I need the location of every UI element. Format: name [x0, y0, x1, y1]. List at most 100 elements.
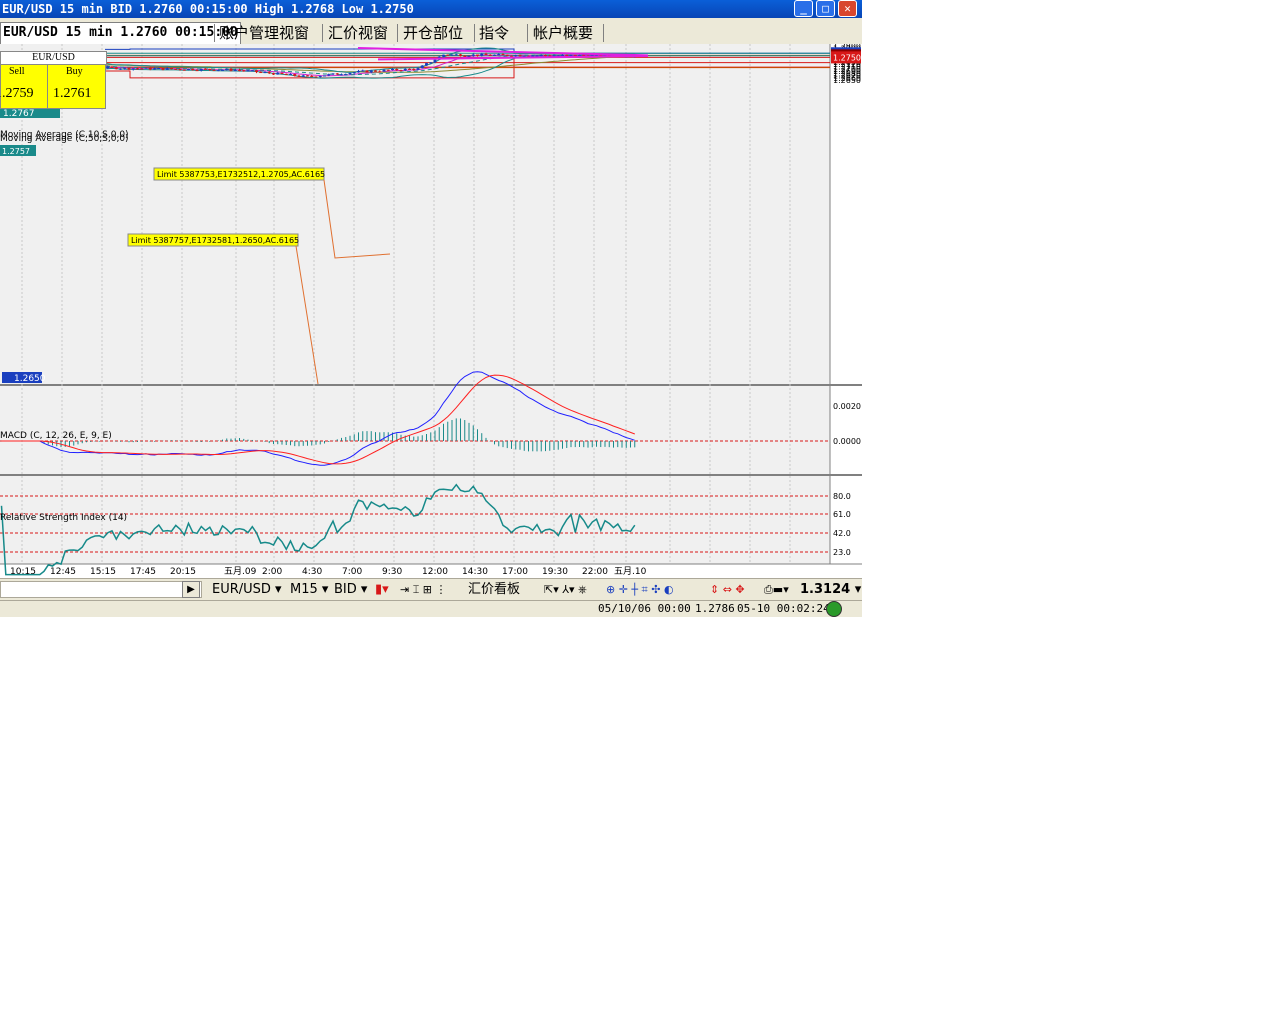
candle: [386, 69, 390, 71]
candle: [191, 68, 195, 71]
candle: [416, 68, 420, 70]
candle: [106, 66, 110, 69]
ma2-label: Moving Average (C,50,S,0,0): [0, 134, 129, 144]
candle: [348, 73, 352, 75]
candle: [199, 68, 203, 71]
candle: [301, 75, 305, 77]
trading-window: EUR/USD 15 min BID 1.2760 00:15:00 High …: [0, 0, 862, 617]
price-chart[interactable]: Limit 5387753,E1732512,1.2705,AC.6165 Lim…: [0, 42, 862, 578]
zoom-tools-icon[interactable]: ⊕ ✛ ┼ ⌗ ✣ ◐: [606, 582, 674, 598]
time-tick-label: 22:00: [582, 567, 608, 577]
time-tick-label: 4:30: [302, 567, 322, 577]
time-tick-label: 17:45: [130, 567, 156, 577]
candle: [480, 53, 484, 56]
candle: [148, 67, 152, 70]
candle: [289, 74, 292, 76]
minimize-icon[interactable]: _: [794, 0, 813, 17]
candle: [221, 69, 224, 71]
candle: [170, 68, 173, 70]
candle: [446, 54, 450, 56]
left-marker-1-text: 1.2767: [3, 109, 35, 119]
candle: [569, 54, 573, 56]
chart-toolbar: ▶ EUR/USD ▾ M15 ▾ BID ▾ ▮▾ ⇥ ⌶ ⊞ ⋮ 汇价看板 …: [0, 578, 862, 601]
candle: [233, 69, 237, 71]
candle: [420, 65, 424, 69]
move-tools-icon[interactable]: ⇕ ⇔ ✥: [710, 582, 745, 598]
candle: [378, 71, 382, 73]
quote-board-button[interactable]: 汇价看板: [468, 582, 520, 598]
price-type-select[interactable]: BID ▾: [334, 582, 367, 598]
candle: [110, 66, 114, 68]
rate-select[interactable]: 1.3124 ▾: [800, 582, 861, 598]
candle: [505, 54, 509, 56]
candle: [539, 55, 543, 57]
candle: [382, 69, 386, 72]
quote-panel: EUR/USD Sell 1.2759 Buy 1.2761: [0, 51, 107, 109]
maximize-icon[interactable]: □: [816, 0, 835, 17]
rate-value: 1.3124: [800, 582, 851, 597]
chart-scrollbar[interactable]: [0, 581, 202, 598]
buy-button[interactable]: Buy 1.2761: [47, 64, 106, 109]
candle: [255, 70, 258, 73]
sell-button[interactable]: Sell 1.2759: [0, 64, 48, 109]
candle: [323, 75, 326, 77]
candle: [484, 53, 488, 55]
candle: [131, 68, 135, 70]
candle: [535, 55, 539, 57]
candle: [114, 67, 118, 70]
candle: [229, 68, 233, 71]
candle: [318, 76, 322, 78]
symbol-select[interactable]: EUR/USD ▾: [212, 582, 282, 598]
candle: [395, 68, 399, 71]
candle-style-icon[interactable]: ▮▾: [375, 582, 389, 598]
order-tag-1-text: Limit 5387753,E1732512,1.2705,AC.6165: [157, 170, 325, 179]
tab-account-summary[interactable]: 帐户概要: [533, 22, 593, 44]
time-tick-label: 五月.10: [614, 566, 647, 577]
candle: [501, 54, 505, 56]
rsi-tick-label: 23.0: [833, 548, 851, 557]
draw-tools-icon[interactable]: ⇱▾ ⅄▾ ⎈: [544, 582, 587, 598]
tab-account-management[interactable]: 账户管理视窗: [219, 22, 309, 44]
price-type-value: BID: [334, 582, 357, 597]
candle: [327, 74, 331, 76]
candle: [429, 62, 433, 64]
time-tick-label: 12:00: [422, 567, 448, 577]
window-title: EUR/USD 15 min BID 1.2760 00:15:00 High …: [2, 2, 414, 16]
candle: [399, 70, 403, 72]
tab-open-positions[interactable]: 开仓部位: [403, 22, 463, 44]
rsi-label: Relative Strength Index (14): [0, 513, 127, 523]
candle: [497, 54, 501, 56]
timeframe-select[interactable]: M15 ▾: [290, 582, 328, 598]
left-marker-bottom-text: 1.2650: [14, 374, 46, 384]
candle: [476, 54, 479, 56]
scroll-right-icon[interactable]: ▶: [182, 581, 200, 598]
chart-area[interactable]: Limit 5387753,E1732512,1.2705,AC.6165 Lim…: [0, 42, 862, 578]
candle: [331, 73, 335, 75]
candle: [119, 68, 122, 70]
candle: [153, 68, 156, 70]
candle: [127, 67, 131, 70]
time-tick-label: 9:30: [382, 567, 402, 577]
candle: [374, 70, 377, 72]
close-icon[interactable]: ✕: [838, 0, 857, 17]
bar-tools-icon[interactable]: ⇥ ⌶ ⊞ ⋮: [400, 582, 447, 598]
candle: [216, 70, 220, 72]
candle: [573, 54, 577, 56]
tab-quotes[interactable]: 汇价视窗: [328, 22, 388, 44]
status-clock: 05-10 00:02:24: [737, 602, 830, 615]
candle: [310, 75, 314, 77]
candle: [259, 72, 263, 74]
tab-orders[interactable]: 指令: [479, 22, 509, 44]
candle: [165, 68, 169, 70]
candle: [565, 54, 569, 56]
candle: [182, 69, 186, 71]
print-icon[interactable]: ⎙▬▾: [764, 582, 789, 598]
rsi-tick-label: 61.0: [833, 510, 851, 519]
candle: [467, 55, 471, 57]
candle: [212, 69, 216, 71]
candle: [391, 68, 394, 71]
candle: [442, 54, 445, 57]
tab-chart[interactable]: EUR/USD 15 min 1.2760 00:15:00: [0, 22, 241, 44]
status-datetime: 05/10/06 00:00: [598, 602, 691, 615]
candle: [140, 68, 144, 70]
